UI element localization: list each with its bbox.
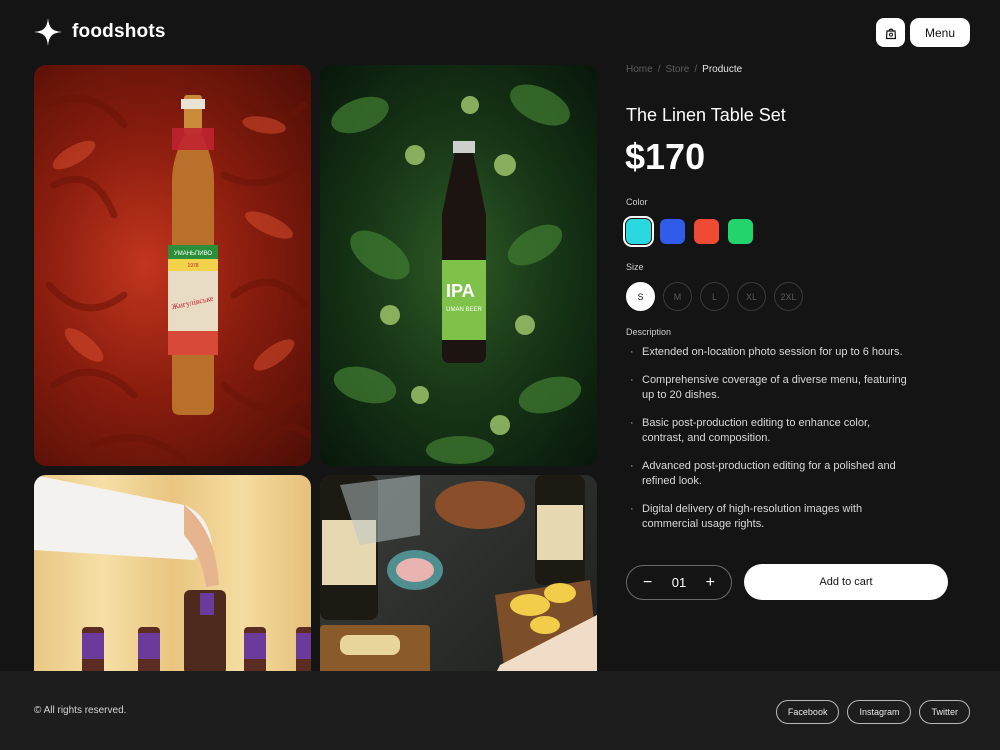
breadcrumb: Home / Store / Producte [626,64,742,75]
color-swatch-cyan[interactable] [623,216,654,247]
plus-icon[interactable]: + [706,574,715,592]
copyright-text: © All rights reserved. [34,705,127,716]
size-option-m[interactable]: M [663,282,692,311]
size-option-xl[interactable]: XL [737,282,766,311]
brand-name: foodshots [72,21,166,42]
quantity-value: 01 [671,575,687,590]
minus-icon[interactable]: − [643,574,652,592]
gallery-image-snacks-table[interactable] [320,475,597,675]
label-year: 1978 [187,263,198,269]
logo[interactable]: foodshots [34,18,166,46]
cart-button[interactable] [876,18,905,47]
footer: © All rights reserved. Facebook Instagra… [0,671,1000,750]
breadcrumb-separator: / [694,64,698,75]
description-list: Extended on-location photo session for u… [630,345,910,545]
label-uman-beer: UMAN BEER [446,307,482,313]
description-item: Digital delivery of high-resolution imag… [630,502,910,532]
gallery-image-ipa-hops[interactable]: IPA UMAN BEER [320,65,597,466]
header: foodshots Menu [0,0,1000,65]
ipa-hops-illustration: IPA UMAN BEER [331,84,582,464]
description-item: Comprehensive coverage of a diverse menu… [630,373,910,403]
color-swatches [623,216,753,247]
facebook-link[interactable]: Facebook [775,700,840,724]
gallery-image-hand-bottles[interactable] [34,475,311,675]
breadcrumb-store[interactable]: Store [665,64,689,75]
product-price: $170 [625,136,706,177]
quantity-stepper: − 01 + [626,565,732,600]
size-option-s[interactable]: S [626,282,655,311]
color-swatch-red[interactable] [694,219,719,244]
size-options: S M L XL 2XL [626,282,803,311]
size-option-l[interactable]: L [700,282,729,311]
description-item: Extended on-location photo session for u… [630,345,910,360]
breadcrumb-separator: / [657,64,661,75]
gallery-image-crayfish-beer[interactable]: УМАНЬПИВО 1978 Жигулівське [34,65,311,466]
color-swatch-green[interactable] [728,219,753,244]
label-ipa: IPA [446,281,475,301]
social-links: Facebook Instagram Twitter [775,700,970,724]
product-title: The Linen Table Set [626,105,786,125]
instagram-link[interactable]: Instagram [847,700,912,724]
color-label: Color [626,197,648,207]
breadcrumb-current: Producte [702,64,743,75]
label-brand: УМАНЬПИВО [174,251,213,257]
twitter-link[interactable]: Twitter [919,700,970,724]
snacks-table-illustration [320,475,597,675]
hand-bottles-illustration [34,475,311,675]
bag-icon [885,28,896,39]
sparkle-icon [34,18,62,46]
description-label: Description [626,327,672,337]
add-to-cart-button[interactable]: Add to cart [744,564,948,600]
description-item: Basic post-production editing to enhance… [630,416,910,446]
menu-button[interactable]: Menu [910,18,970,47]
color-swatch-blue[interactable] [660,219,685,244]
description-item: Advanced post-production editing for a p… [630,459,910,489]
breadcrumb-home[interactable]: Home [626,64,653,75]
size-label: Size [626,262,644,272]
size-option-2xl[interactable]: 2XL [774,282,803,311]
crayfish-beer-illustration: УМАНЬПИВО 1978 Жигулівське [40,91,311,464]
